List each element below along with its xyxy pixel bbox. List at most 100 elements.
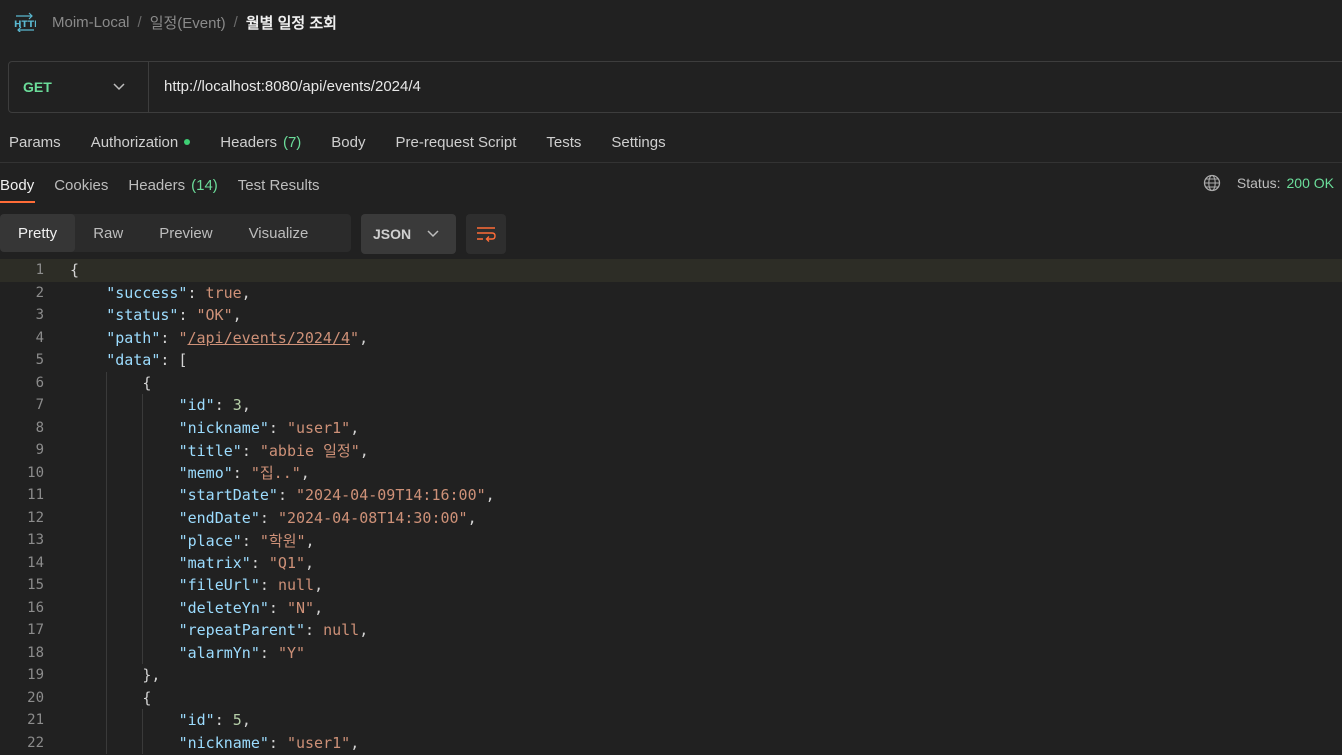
json-punctuation: { <box>70 261 80 280</box>
url-input[interactable]: http://localhost:8080/api/events/2024/4 <box>164 78 421 95</box>
status-dot-icon <box>184 139 191 145</box>
response-body-editor[interactable]: 1{2 "success": true, 3 "status": "OK", 4 "pat… <box>0 259 1342 755</box>
code-text: { <box>142 374 151 392</box>
json-key: "nickname" <box>178 733 269 752</box>
json-punctuation: : <box>232 464 251 483</box>
json-value: null <box>277 576 315 595</box>
json-punctuation: , <box>305 553 315 572</box>
tab-count: (14) <box>191 176 218 194</box>
json-punctuation: : <box>160 328 179 347</box>
view-tab-pretty[interactable]: Pretty <box>0 214 76 252</box>
code-text: "id": 3, <box>179 396 251 414</box>
json-punctuation: : <box>214 711 233 730</box>
json-punctuation: , <box>314 598 324 617</box>
tab-label: Tests <box>546 133 582 151</box>
code-text: "title": "abbie 일정", <box>179 440 369 461</box>
line-number: 20 <box>27 689 44 706</box>
json-key: "startDate" <box>178 486 278 505</box>
tab-response-headers[interactable]: Headers (14) <box>128 177 217 194</box>
line-number: 7 <box>35 397 44 414</box>
breadcrumb-folder[interactable]: 일정(Event) <box>150 12 226 33</box>
line-number: 5 <box>35 352 44 369</box>
code-line: 7 "id": 3, <box>0 394 1342 417</box>
json-key: "title" <box>178 441 242 460</box>
json-value: "OK" <box>196 306 233 325</box>
json-key: "fileUrl" <box>178 576 260 595</box>
code-text: "repeatParent": null, <box>179 621 369 639</box>
view-tab-raw[interactable]: Raw <box>75 214 141 252</box>
json-key: "repeatParent" <box>178 621 306 640</box>
tab-test-results[interactable]: Test Results <box>238 177 320 194</box>
json-punctuation: : <box>259 576 278 595</box>
code-text: "id": 5, <box>179 711 251 729</box>
json-key: "success" <box>106 283 188 302</box>
code-line: 12 "endDate": "2024-04-08T14:30:00", <box>0 507 1342 530</box>
json-punctuation: , <box>241 396 251 415</box>
line-number: 17 <box>27 622 44 639</box>
code-text: }, <box>142 666 160 684</box>
code-text: { <box>70 261 79 279</box>
tab-label: Pre-request Script <box>395 133 517 151</box>
code-line: 6{ <box>0 372 1342 395</box>
json-punctuation: , <box>350 418 360 437</box>
json-punctuation: , <box>232 306 242 325</box>
json-punctuation: , <box>241 283 251 302</box>
view-tab-visualize[interactable]: Visualize <box>231 214 327 252</box>
code-line: 2 "success": true, <box>0 282 1342 305</box>
json-punctuation: , <box>359 441 369 460</box>
json-key: "path" <box>106 328 161 347</box>
code-line: 4 "path": "/api/events/2024/4", <box>0 327 1342 350</box>
line-number: 12 <box>27 509 44 526</box>
json-punctuation: : <box>250 553 269 572</box>
wrap-lines-button[interactable] <box>466 214 506 254</box>
tab-headers[interactable]: Headers (7) <box>220 134 301 151</box>
method-select[interactable]: GET <box>9 62 149 112</box>
json-punctuation: : <box>241 531 260 550</box>
line-number: 9 <box>35 442 44 459</box>
line-number: 2 <box>35 284 44 301</box>
chevron-down-icon <box>113 83 125 91</box>
format-select[interactable]: JSON <box>361 214 456 254</box>
view-tab-preview[interactable]: Preview <box>141 214 230 252</box>
tab-pre-request-script[interactable]: Pre-request Script <box>396 134 517 151</box>
code-line: 13 "place": "학원", <box>0 529 1342 552</box>
tab-authorization[interactable]: Authorization <box>91 134 191 151</box>
json-punctuation: : <box>277 486 296 505</box>
request-name[interactable]: 월별 일정 조회 <box>246 12 337 33</box>
code-text: "matrix": "Q1", <box>179 554 314 572</box>
breadcrumb-collection[interactable]: Moim-Local <box>52 14 130 31</box>
request-tabs: Params Authorization Headers (7) Body Pre… <box>9 131 696 153</box>
code-line: 8 "nickname": "user1", <box>0 417 1342 440</box>
tab-body[interactable]: Body <box>331 134 365 151</box>
line-number: 3 <box>35 307 44 324</box>
json-punctuation: : <box>259 643 278 662</box>
view-mode-tabs: Pretty Raw Preview Visualize <box>0 214 351 252</box>
tab-tests[interactable]: Tests <box>546 134 581 151</box>
tab-settings[interactable]: Settings <box>611 134 665 151</box>
code-text: "path": "/api/events/2024/4", <box>106 329 368 347</box>
breadcrumb-bar: HTTP Moim-Local / 일정(Event) / 월별 일정 조회 <box>0 0 1342 44</box>
line-number: 16 <box>27 599 44 616</box>
url-bar: GET http://localhost:8080/api/events/202… <box>8 61 1342 113</box>
json-value: "Y" <box>277 643 306 662</box>
json-value: "abbie 일정" <box>259 441 360 460</box>
tab-cookies[interactable]: Cookies <box>54 177 108 194</box>
json-value: "user1" <box>286 418 351 437</box>
code-text: "fileUrl": null, <box>179 576 324 594</box>
response-tabs: Body Cookies Headers (14) Test Results <box>0 174 340 196</box>
code-text: "place": "학원", <box>179 530 315 551</box>
indent-guide <box>142 709 143 754</box>
json-value: true <box>205 283 242 302</box>
json-key: "status" <box>106 306 179 325</box>
line-number: 11 <box>27 487 44 504</box>
line-number: 18 <box>27 644 44 661</box>
status-value: 200 OK <box>1286 175 1334 191</box>
globe-icon[interactable] <box>1203 174 1221 192</box>
tab-response-body[interactable]: Body <box>0 177 34 194</box>
json-value[interactable]: /api/events/2024/4 <box>187 329 350 347</box>
json-punctuation: : <box>305 621 324 640</box>
line-number: 13 <box>27 532 44 549</box>
code-text: "alarmYn": "Y" <box>179 644 305 662</box>
json-punctuation: , <box>485 486 495 505</box>
tab-params[interactable]: Params <box>9 134 61 151</box>
